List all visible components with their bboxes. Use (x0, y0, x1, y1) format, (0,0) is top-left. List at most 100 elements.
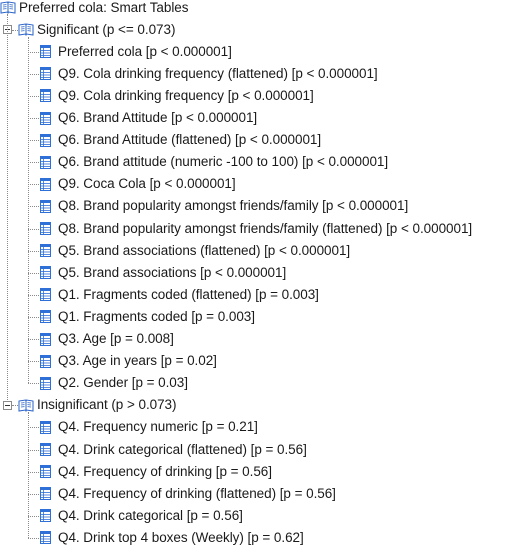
tree-connector-line (28, 472, 39, 473)
table-icon (40, 288, 51, 301)
tree-item[interactable]: Q4. Drink top 4 boxes (Weekly) [p = 0.62… (40, 527, 304, 549)
tree-item[interactable]: Q6. Brand Attitude [p < 0.000001] (40, 107, 257, 129)
table-icon (40, 266, 51, 279)
tree-connector-line (28, 184, 39, 185)
table-icon (40, 355, 51, 368)
node-label: Q4. Frequency of drinking (flattened) [p… (58, 483, 336, 505)
node-label: Q3. Age [p = 0.008] (58, 328, 174, 350)
tree-group-1[interactable]: Insignificant (p > 0.073) (18, 394, 176, 416)
table-icon (40, 509, 51, 522)
table-icon (40, 45, 51, 58)
tree-connector-line (28, 339, 39, 340)
tree-connector-line (28, 494, 39, 495)
node-label: Insignificant (p > 0.073) (37, 394, 176, 416)
node-label: Q4. Drink categorical [p = 0.56] (58, 505, 243, 527)
tree-item[interactable]: Q9. Cola drinking frequency [p < 0.00000… (40, 85, 314, 107)
node-label: Q6. Brand attitude (numeric -100 to 100)… (58, 151, 388, 173)
tree-item[interactable]: Q6. Brand Attitude (flattened) [p < 0.00… (40, 129, 321, 151)
tree-group-0[interactable]: Significant (p <= 0.073) (18, 19, 175, 41)
table-icon (40, 443, 51, 456)
tree-connector-line (12, 405, 18, 406)
tree-connector-line (28, 295, 39, 296)
tree-item[interactable]: Q2. Gender [p = 0.03] (40, 372, 188, 394)
tree-item[interactable]: Q9. Cola drinking frequency (flattened) … (40, 63, 378, 85)
node-label: Q1. Fragments coded (flattened) [p = 0.0… (58, 284, 319, 306)
tree-connector-line (28, 273, 39, 274)
tree-connector-line (28, 52, 39, 53)
node-label: Preferred cola: Smart Tables (19, 0, 188, 19)
node-label: Q8. Brand popularity amongst friends/fam… (58, 218, 472, 240)
tree-item[interactable]: Q4. Frequency of drinking (flattened) [p… (40, 483, 336, 505)
tree-item[interactable]: Q4. Frequency numeric [p = 0.21] (40, 416, 258, 438)
node-label: Q6. Brand Attitude [p < 0.000001] (58, 107, 257, 129)
tree-connector-line (28, 229, 39, 230)
collapse-toggle-group-1[interactable] (3, 401, 12, 410)
node-label: Q5. Brand associations (flattened) [p < … (58, 240, 350, 262)
tree-connector-line (28, 450, 39, 451)
tree-connector-line (28, 427, 39, 428)
tree-item[interactable]: Q3. Age [p = 0.008] (40, 328, 174, 350)
table-icon (40, 178, 51, 191)
tree-connector-line (12, 30, 18, 31)
tree-connector-line (28, 206, 39, 207)
tree-connector-line (28, 74, 39, 75)
tree-connector-line (28, 118, 39, 119)
node-label: Preferred cola [p < 0.000001] (58, 41, 232, 63)
tree-item[interactable]: Q6. Brand attitude (numeric -100 to 100)… (40, 151, 388, 173)
table-icon (40, 67, 51, 80)
node-label: Q2. Gender [p = 0.03] (58, 372, 188, 394)
tree-connector-line (28, 317, 39, 318)
table-icon (40, 333, 51, 346)
tree-connector-line (28, 538, 39, 539)
tree-item[interactable]: Q1. Fragments coded (flattened) [p = 0.0… (40, 284, 319, 306)
table-icon (40, 531, 51, 544)
node-label: Q6. Brand Attitude (flattened) [p < 0.00… (58, 129, 321, 151)
tree-item[interactable]: Q5. Brand associations (flattened) [p < … (40, 240, 350, 262)
table-icon (40, 156, 51, 169)
tree-item[interactable]: Q8. Brand popularity amongst friends/fam… (40, 195, 408, 217)
table-icon (40, 112, 51, 125)
tree-connector-line (28, 361, 39, 362)
node-label: Q3. Age in years [p = 0.02] (58, 350, 217, 372)
tree-connector-line (28, 37, 29, 383)
table-icon (40, 487, 51, 500)
tree-item[interactable]: Q1. Fragments coded [p = 0.003] (40, 306, 255, 328)
table-icon (40, 310, 51, 323)
tree-item[interactable]: Q4. Drink categorical [p = 0.56] (40, 505, 243, 527)
node-label: Q4. Drink categorical (flattened) [p = 0… (58, 439, 307, 461)
node-label: Q4. Drink top 4 boxes (Weekly) [p = 0.62… (58, 527, 304, 549)
tree-connector-line (28, 412, 29, 538)
node-label: Q8. Brand popularity amongst friends/fam… (58, 195, 408, 217)
node-label: Q9. Coca Cola [p < 0.000001] (58, 173, 236, 195)
table-icon (40, 244, 51, 257)
table-icon (40, 465, 51, 478)
node-label: Q4. Frequency of drinking [p = 0.56] (58, 461, 272, 483)
book-icon (18, 399, 34, 412)
tree-item[interactable]: Q4. Drink categorical (flattened) [p = 0… (40, 439, 307, 461)
table-icon (40, 134, 51, 147)
tree-item[interactable]: Q3. Age in years [p = 0.02] (40, 350, 217, 372)
node-label: Q1. Fragments coded [p = 0.003] (58, 306, 255, 328)
tree-connector-line (7, 14, 8, 400)
tree-item[interactable]: Q9. Coca Cola [p < 0.000001] (40, 173, 236, 195)
book-icon (0, 1, 16, 14)
node-label: Significant (p <= 0.073) (37, 19, 175, 41)
node-label: Q5. Brand associations [p < 0.000001] (58, 262, 286, 284)
table-icon (40, 421, 51, 434)
tree-item[interactable]: Q4. Frequency of drinking [p = 0.56] (40, 461, 272, 483)
tree-item[interactable]: Preferred cola [p < 0.000001] (40, 41, 232, 63)
table-icon (40, 377, 51, 390)
tree-item[interactable]: Q5. Brand associations [p < 0.000001] (40, 262, 286, 284)
node-label: Q9. Cola drinking frequency [p < 0.00000… (58, 85, 314, 107)
table-icon (40, 222, 51, 235)
tree-connector-line (28, 140, 39, 141)
tree-connector-line (28, 383, 39, 384)
tree-item[interactable]: Q8. Brand popularity amongst friends/fam… (40, 218, 472, 240)
tree-root[interactable]: Preferred cola: Smart Tables (0, 0, 188, 19)
table-icon (40, 200, 51, 213)
table-icon (40, 89, 51, 102)
tree-connector-line (28, 251, 39, 252)
smart-tables-tree: Preferred cola: Smart TablesSignificant … (0, 0, 531, 544)
book-icon (18, 23, 34, 36)
node-label: Q9. Cola drinking frequency (flattened) … (58, 63, 378, 85)
